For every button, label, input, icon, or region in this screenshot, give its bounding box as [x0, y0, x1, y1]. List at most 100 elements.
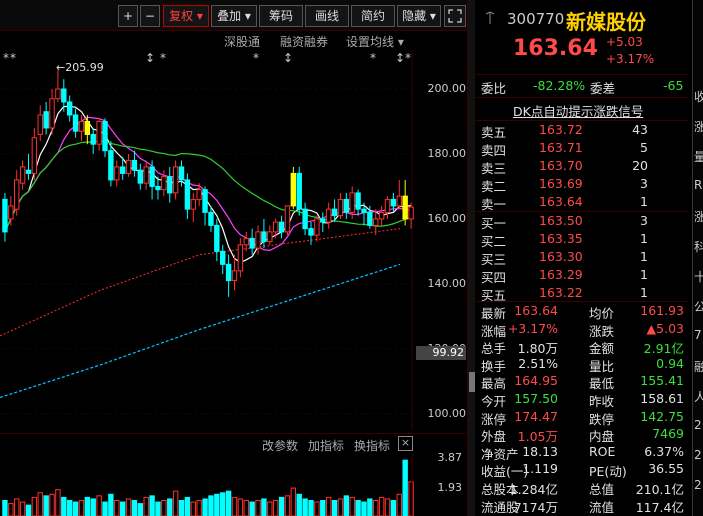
candlestick-chart[interactable]: ←205.99* * ↕ * * ↕ * ↕*: [0, 50, 468, 430]
chips-button[interactable]: 筹码: [259, 5, 303, 27]
ma-settings-dropdown[interactable]: 设置均线 ▾: [346, 33, 404, 50]
candle-body: [378, 211, 385, 220]
candle-body: [225, 263, 232, 282]
info-icon[interactable]: [483, 11, 497, 25]
candle-body: [167, 176, 173, 194]
candle-body: [190, 198, 196, 210]
ask-row[interactable]: 卖一 163.64 1: [475, 194, 688, 212]
stat-label: 涨跌: [589, 323, 615, 339]
stat-value: 161.93: [640, 303, 684, 318]
volume-chart[interactable]: [0, 453, 468, 516]
volume-bar: [325, 496, 332, 516]
stock-connect-link[interactable]: 深股通: [224, 33, 260, 50]
volume-bar: [37, 492, 43, 516]
ask-row[interactable]: 卖三 163.70 20: [475, 158, 688, 176]
ask-row[interactable]: 卖二 163.69 3: [475, 176, 688, 194]
volume-bar: [167, 498, 173, 516]
edge-label: 融: [694, 358, 703, 375]
volume-bar: [355, 499, 361, 516]
bid-row[interactable]: 买二 163.35 1: [475, 231, 688, 249]
indicator-bar: 改参数 加指标 换指标 ×: [0, 433, 468, 454]
candle-body: [2, 198, 8, 233]
bid-volume: 3: [640, 213, 648, 228]
hide-dropdown[interactable]: 隐藏 ▾: [397, 5, 441, 27]
ask-volume: 43: [632, 122, 648, 137]
stat-label: 最高: [481, 376, 507, 392]
margin-trading-link[interactable]: 融资融券: [280, 33, 328, 50]
volume-bar: [402, 459, 408, 516]
bid-row[interactable]: 买一 163.50 3: [475, 213, 688, 231]
modify-params-button[interactable]: 改参数: [262, 437, 298, 454]
candle-body: [243, 237, 249, 246]
volume-bar: [231, 496, 238, 516]
event-marker: ↕: [283, 51, 293, 65]
volume-bar: [320, 499, 326, 516]
y-tick-label: 160.00: [427, 211, 467, 225]
volume-bar: [108, 493, 114, 516]
candle-body: [202, 189, 208, 213]
stat-row: 总股本 1.284亿 总值 210.1亿: [475, 479, 688, 497]
candle-body: [196, 189, 202, 200]
ask-row[interactable]: 卖五 163.72 43: [475, 122, 688, 140]
volume-bar: [367, 498, 373, 516]
volume-bar: [178, 499, 185, 516]
switch-indicator-button[interactable]: 换指标: [354, 437, 390, 454]
candle-body: [249, 237, 255, 249]
volume-bar: [290, 487, 297, 516]
edge-label: 2: [694, 478, 702, 492]
volume-bar: [2, 499, 8, 516]
price-change-pct: +3.17%: [606, 52, 655, 66]
volume-bar: [143, 496, 149, 516]
ma10-line: [4, 116, 412, 252]
stat-value: 1.284亿: [509, 482, 558, 497]
volume-bar: [225, 490, 232, 516]
edge-label: 7: [694, 328, 702, 342]
zoom-out-button[interactable]: −: [140, 5, 160, 27]
stat-row: 涨幅 +3.17% 涨跌 ▲5.03: [475, 321, 688, 339]
stock-code: 300770: [507, 10, 565, 28]
bid-volume: 1: [640, 231, 648, 246]
candle-body: [25, 169, 32, 174]
volume-bar: [25, 504, 32, 516]
stat-value: 7469: [652, 426, 684, 442]
close-indicator-icon[interactable]: ×: [398, 436, 413, 451]
stat-row: 流通股 7174万 流值 117.4亿: [475, 497, 688, 515]
candle-body: [325, 208, 332, 223]
overlay-dropdown[interactable]: 叠加 ▾: [211, 5, 257, 27]
stat-value: ▲5.03: [646, 320, 684, 336]
candle-body: [72, 114, 79, 132]
add-indicator-button[interactable]: 加指标: [308, 437, 344, 454]
candle-body: [14, 179, 20, 210]
expand-icon[interactable]: [444, 5, 466, 27]
volume-bar: [396, 493, 402, 516]
restore-rights-dropdown[interactable]: 复权 ▾: [163, 5, 209, 27]
volume-bar: [172, 490, 179, 516]
draw-line-button[interactable]: 画线: [305, 5, 349, 27]
volume-bar: [102, 501, 108, 516]
candle-body: [43, 111, 49, 129]
volume-bar: [202, 498, 208, 516]
volume-bar: [384, 498, 391, 516]
high-marker: ←205.99: [56, 61, 104, 74]
volume-bar: [243, 499, 249, 516]
stat-value: 1.80万: [517, 341, 558, 357]
side-panel-edge: 收涨量R涨科十公7融人222: [692, 0, 703, 516]
dk-signal-link[interactable]: DK点自动提示涨跌信号: [513, 101, 643, 120]
bid-row[interactable]: 买四 163.29 1: [475, 267, 688, 285]
ma60-line: [0, 228, 401, 337]
candle-body: [125, 159, 132, 174]
simple-mode-button[interactable]: 简约: [351, 5, 395, 27]
bid-row[interactable]: 买三 163.30 1: [475, 249, 688, 267]
edge-label: 公: [694, 298, 703, 315]
stat-value: 155.41: [640, 373, 684, 389]
zoom-in-button[interactable]: +: [118, 5, 138, 27]
volume-bar: [361, 501, 367, 516]
stat-label: 昨收: [589, 394, 615, 409]
volume-bar: [331, 499, 338, 516]
volume-bar: [125, 498, 132, 516]
candle-body: [214, 224, 220, 252]
ask-row[interactable]: 卖四 163.71 5: [475, 140, 688, 158]
candle-body: [367, 211, 373, 226]
stat-label: 量比: [589, 358, 615, 374]
stat-label: 总手: [481, 341, 507, 357]
